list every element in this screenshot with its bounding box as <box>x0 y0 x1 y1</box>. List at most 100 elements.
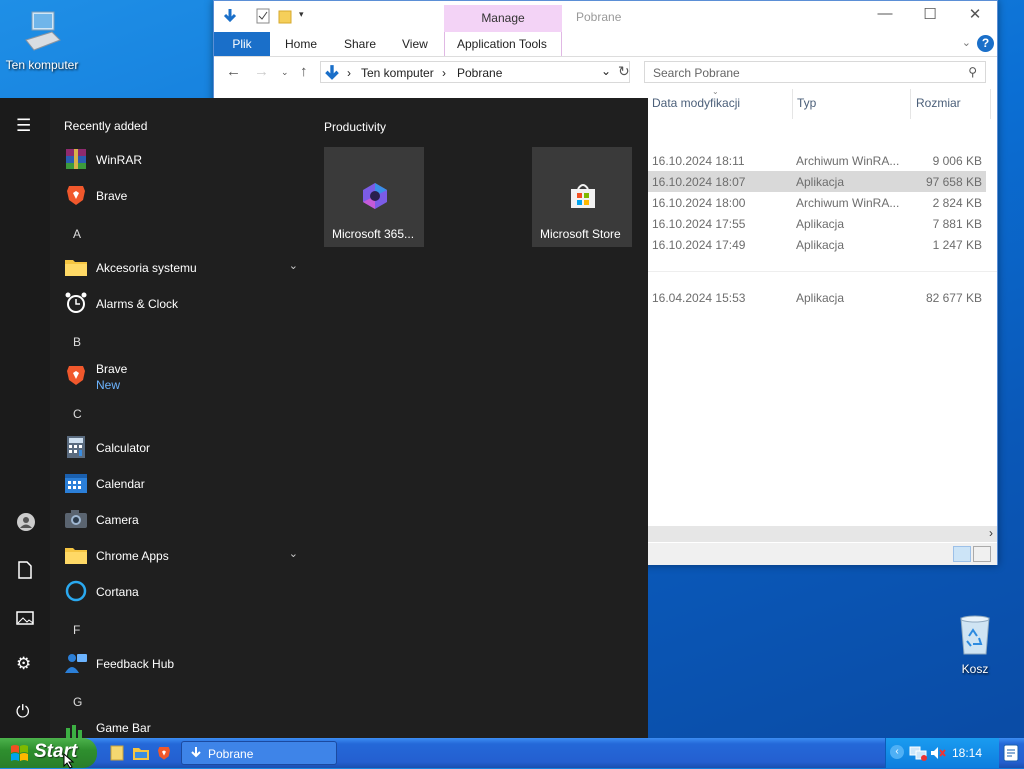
horizontal-scrollbar[interactable]: › <box>648 526 997 542</box>
tile-microsoft-365[interactable]: Microsoft 365... <box>324 147 424 247</box>
tab-home[interactable]: Home <box>285 32 317 56</box>
table-row[interactable]: 16.04.2024 15:53 Aplikacja 82 677 KB <box>648 287 986 308</box>
tab-manage[interactable]: Manage <box>444 5 562 32</box>
app-label: Feedback Hub <box>96 657 175 671</box>
chevron-down-icon[interactable]: ⌄ <box>289 547 298 560</box>
app-brave-recent[interactable]: Brave <box>62 178 302 214</box>
app-feedback-hub[interactable]: Feedback Hub <box>62 646 302 682</box>
properties-checkbox-icon[interactable] <box>256 8 270 24</box>
volume-muted-icon[interactable] <box>930 746 946 760</box>
tile-microsoft-store[interactable]: Microsoft Store <box>532 147 632 247</box>
desktop-icon-computer[interactable]: Ten komputer <box>0 10 84 72</box>
notification-icon[interactable] <box>1003 744 1019 762</box>
large-icons-view-icon[interactable] <box>973 546 991 562</box>
start-button[interactable]: Start <box>0 738 97 768</box>
app-label: Calendar <box>96 477 145 491</box>
app-alarms-clock[interactable]: Alarms & Clock <box>62 286 302 322</box>
path-separator-icon: › <box>442 66 446 80</box>
chevron-down-icon[interactable]: ⌄ <box>289 259 298 272</box>
documents-icon[interactable] <box>16 560 34 580</box>
network-icon[interactable] <box>908 745 928 761</box>
app-calculator[interactable]: Calculator <box>62 430 302 466</box>
taskbar-item-pobrane[interactable]: Pobrane <box>181 741 337 765</box>
app-label: Brave <box>96 189 128 203</box>
breadcrumb-ten-komputer[interactable]: Ten komputer <box>361 66 434 80</box>
refresh-icon[interactable]: ↻ <box>618 63 630 80</box>
app-akcesoria-systemu[interactable]: Akcesoria systemu ⌄ <box>62 250 302 286</box>
scroll-right-icon[interactable]: › <box>989 526 993 540</box>
cortana-icon <box>65 580 87 602</box>
tile-label: Microsoft 365... <box>332 227 415 241</box>
column-header-type[interactable]: Typ <box>797 96 816 110</box>
help-icon[interactable]: ? <box>977 35 994 52</box>
search-placeholder: Search Pobrane <box>653 66 740 80</box>
app-winrar[interactable]: WinRAR <box>62 142 302 178</box>
pictures-icon[interactable] <box>16 610 34 626</box>
mouse-cursor-icon <box>63 753 75 769</box>
power-icon[interactable]: ⏻ <box>16 702 29 722</box>
app-chrome-apps[interactable]: Chrome Apps ⌄ <box>62 538 302 574</box>
table-row[interactable]: 16.10.2024 18:07 Aplikacja 97 658 KB <box>648 171 986 192</box>
tab-application-tools[interactable]: Application Tools <box>457 32 547 56</box>
folder-icon <box>65 260 87 276</box>
app-cortana[interactable]: Cortana <box>62 574 302 610</box>
column-header-size[interactable]: Rozmiar <box>916 96 961 110</box>
recent-locations-icon[interactable]: ⌄ <box>281 67 289 78</box>
back-icon[interactable]: ← <box>226 63 241 80</box>
app-camera[interactable]: Camera <box>62 502 302 538</box>
user-account-icon[interactable] <box>16 512 36 532</box>
address-bar[interactable]: › Ten komputer › Pobrane ⌄ <box>320 61 630 83</box>
search-input[interactable]: Search Pobrane ⚲ <box>644 61 986 83</box>
letter-header-c[interactable]: C <box>73 407 82 421</box>
ribbon-tabs: Plik Home Share View Application Tools ⌄… <box>214 32 997 57</box>
winrar-icon <box>66 149 86 169</box>
file-explorer-icon[interactable] <box>132 745 150 761</box>
app-label: Akcesoria systemu <box>96 261 197 275</box>
minimize-icon[interactable]: — <box>862 5 908 22</box>
group-divider <box>648 271 997 272</box>
customize-toolbar-icon[interactable]: ▾ <box>299 9 304 20</box>
letter-header-f[interactable]: F <box>73 623 80 637</box>
table-row[interactable]: 16.10.2024 18:00 Archiwum WinRA... 2 824… <box>648 192 986 213</box>
address-dropdown-icon[interactable]: ⌄ <box>601 64 611 78</box>
feedback-hub-icon <box>65 654 87 673</box>
tray-expand-icon[interactable]: ‹ <box>890 745 904 759</box>
new-folder-icon[interactable] <box>278 8 292 24</box>
column-header-date[interactable]: Data modyfikacji <box>652 96 740 110</box>
new-badge: New <box>96 378 121 392</box>
downloads-icon <box>191 747 201 758</box>
brave-taskbar-icon[interactable] <box>156 744 172 762</box>
app-calendar[interactable]: Calendar <box>62 466 302 502</box>
forward-icon[interactable]: → <box>254 63 269 80</box>
folder-icon <box>65 548 87 564</box>
table-row[interactable]: 16.10.2024 17:55 Aplikacja 7 881 KB <box>648 213 986 234</box>
app-brave[interactable]: Brave New <box>62 358 302 398</box>
app-label: Calculator <box>96 441 151 455</box>
letter-header-a[interactable]: A <box>73 227 81 241</box>
tab-view[interactable]: View <box>402 32 428 56</box>
settings-gear-icon[interactable]: ⚙ <box>16 654 31 674</box>
maximize-icon[interactable]: ☐ <box>907 5 953 23</box>
download-arrow-icon[interactable] <box>222 8 238 24</box>
letter-header-g[interactable]: G <box>73 695 82 709</box>
search-icon: ⚲ <box>968 65 977 79</box>
hamburger-menu-icon[interactable]: ☰ <box>16 116 31 136</box>
tab-share[interactable]: Share <box>344 32 376 56</box>
details-view-icon[interactable] <box>953 546 971 562</box>
desktop-icon-recycle-bin[interactable]: Kosz <box>933 614 1017 676</box>
breadcrumb-pobrane[interactable]: Pobrane <box>457 66 502 80</box>
tab-plik[interactable]: Plik <box>214 32 270 56</box>
brave-icon <box>67 186 85 205</box>
tile-label: Microsoft Store <box>540 227 621 241</box>
show-desktop-icon[interactable] <box>110 745 124 761</box>
table-row[interactable]: 16.10.2024 17:49 Aplikacja 1 247 KB <box>648 234 986 255</box>
app-game-bar[interactable]: Game Bar <box>62 712 302 738</box>
close-icon[interactable]: ✕ <box>952 5 998 23</box>
system-tray: ‹ 18:14 <box>885 738 999 768</box>
letter-header-b[interactable]: B <box>73 335 81 349</box>
window-title: Pobrane <box>576 10 622 24</box>
productivity-heading: Productivity <box>324 120 387 134</box>
ribbon-expand-icon[interactable]: ⌄ <box>962 36 971 49</box>
table-row[interactable]: 16.10.2024 18:11 Archiwum WinRA... 9 006… <box>648 150 986 171</box>
up-icon[interactable]: ↑ <box>300 63 308 80</box>
